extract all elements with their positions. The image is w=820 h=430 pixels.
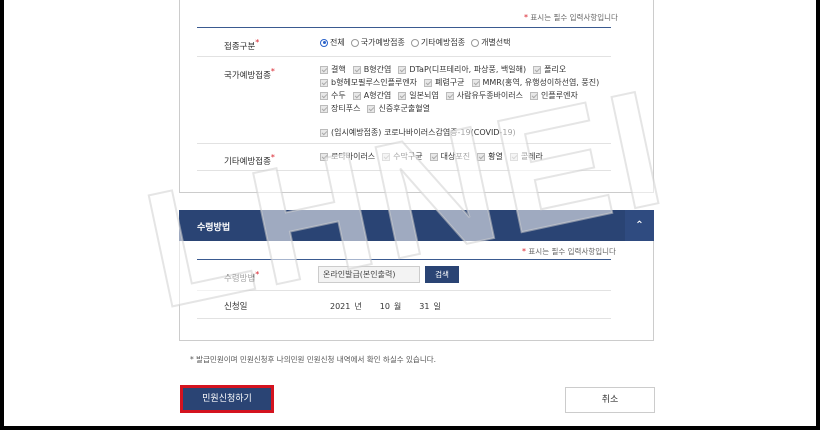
checkbox-icon[interactable]	[398, 65, 407, 74]
page: * 표시는 필수 입력사항입니다 접종구분* 전체 국가예방접종 기타예방접종 …	[4, 0, 816, 426]
other-vaccination-row: 로타바이러스 수막구균 대상포진 황열 콜레라	[320, 151, 543, 162]
date-day: 31	[419, 302, 430, 311]
national-row-3: 수두 A형간염 일본뇌염 사람유두종바이러스 인플루엔자	[320, 90, 578, 101]
radio-individual[interactable]: 개별선택	[471, 37, 511, 48]
national-row-2: b형헤모필루스인플루엔자 폐렴구균 MMR(홍역, 유행성이하선염, 풍진)	[320, 77, 599, 88]
section-bottom-border	[179, 340, 654, 341]
checkbox-hpv[interactable]: 사람유두종바이러스	[445, 90, 523, 101]
checkbox-icon[interactable]	[398, 91, 407, 100]
checkbox-dtap[interactable]: DTaP(디프테리아, 파상풍, 백일해)	[398, 64, 526, 75]
checkbox-icon[interactable]	[530, 91, 538, 100]
receive-method-label: 수령방법*	[224, 270, 260, 284]
form-top-line	[197, 27, 611, 28]
checkbox-influenza[interactable]: 인플루엔자	[530, 90, 578, 101]
divider	[197, 290, 611, 291]
apply-date-value: 2021 년 10 월 31 일	[330, 301, 441, 312]
panel-right-border	[653, 0, 654, 192]
checkbox-varicella[interactable]: 수두	[320, 90, 346, 101]
checkbox-icon[interactable]	[471, 78, 480, 87]
checkbox-icon[interactable]	[367, 104, 376, 113]
required-star: *	[524, 13, 528, 22]
divider	[197, 56, 611, 57]
submit-application-button[interactable]: 민원신청하기	[180, 385, 274, 413]
divider	[197, 318, 611, 319]
footer-note: * 발급민원이며 민원신청후 나의민원 민원신청 내역에서 확인 하실수 있습니…	[190, 355, 437, 364]
vaccination-type-label: 접종구분*	[224, 38, 260, 52]
checkbox-icon[interactable]	[320, 152, 328, 161]
checkbox-meningococcal[interactable]: 수막구균	[382, 151, 423, 162]
apply-date-label: 신청일	[224, 302, 248, 312]
checkbox-icon[interactable]	[320, 65, 328, 74]
cancel-button[interactable]: 취소	[565, 387, 655, 413]
checkbox-icon[interactable]	[424, 78, 433, 87]
checkbox-icon[interactable]	[477, 152, 486, 161]
checkbox-je[interactable]: 일본뇌염	[398, 90, 439, 101]
date-month: 10	[379, 302, 390, 311]
checkbox-bcg[interactable]: 결핵	[320, 64, 346, 75]
checkbox-rotavirus[interactable]: 로타바이러스	[320, 151, 375, 162]
checkbox-typhoid[interactable]: 장티푸스	[320, 103, 360, 114]
collapse-button[interactable]: ⌃	[625, 210, 654, 241]
checkbox-icon[interactable]	[509, 152, 518, 161]
search-button[interactable]: 검색	[425, 266, 459, 283]
checkbox-covid19[interactable]: (임시예방접종) 코로나바이러스감염증-19(COVID-19)	[320, 127, 516, 138]
divider	[197, 170, 611, 171]
required-note: * 표시는 필수 입력사항입니다	[522, 247, 616, 256]
checkbox-zoster[interactable]: 대상포진	[429, 151, 470, 162]
checkbox-icon[interactable]	[445, 91, 454, 100]
required-star: *	[522, 247, 526, 256]
radio-other[interactable]: 기타예방접종	[410, 37, 465, 48]
other-vaccination-label: 기타예방접종*	[224, 153, 275, 167]
radio-national[interactable]: 국가예방접종	[350, 37, 405, 48]
checkbox-cholera[interactable]: 콜레라	[509, 151, 543, 162]
national-row-4: 장티푸스 신증후군출혈열	[320, 103, 430, 114]
date-month-unit: 월	[393, 302, 402, 311]
required-note: * 표시는 필수 입력사항입니다	[524, 13, 618, 22]
section-top-line	[197, 259, 611, 260]
checkbox-mmr[interactable]: MMR(홍역, 유행성이하선염, 풍진)	[471, 77, 599, 88]
date-year-unit: 년	[354, 302, 362, 311]
receive-method-field[interactable]: 온라인발급(본인출력)	[318, 266, 420, 283]
checkbox-icon[interactable]	[429, 152, 438, 161]
section-left-border	[179, 241, 180, 340]
section-right-border	[653, 241, 654, 340]
national-covid-row: (임시예방접종) 코로나바이러스감염증-19(COVID-19)	[320, 127, 516, 138]
national-vaccination-label: 국가예방접종*	[224, 67, 275, 81]
checkbox-yellow-fever[interactable]: 황열	[477, 151, 503, 162]
checkbox-icon[interactable]	[320, 128, 328, 137]
vaccination-type-radio-group: 전체 국가예방접종 기타예방접종 개별선택	[320, 37, 511, 48]
checkbox-hfrs[interactable]: 신증후군출혈열	[367, 103, 430, 114]
receive-section-title: 수령방법	[197, 223, 231, 233]
checkbox-icon[interactable]	[320, 91, 328, 100]
panel-left-border	[179, 0, 180, 192]
chevron-up-icon[interactable]: ⌃	[635, 220, 643, 231]
checkbox-polio[interactable]: 폴리오	[533, 64, 566, 75]
radio-icon[interactable]	[471, 38, 480, 47]
date-day-unit: 일	[433, 302, 441, 311]
panel-bottom-border	[179, 192, 654, 193]
submit-button-label[interactable]: 민원신청하기	[183, 388, 271, 410]
receive-section-header[interactable]: 수령방법 ⌃	[179, 210, 654, 241]
checkbox-icon[interactable]	[352, 91, 361, 100]
checkbox-icon[interactable]	[382, 152, 391, 161]
radio-icon[interactable]	[410, 38, 419, 47]
checkbox-icon[interactable]	[533, 65, 542, 74]
radio-icon[interactable]	[350, 38, 359, 47]
radio-all[interactable]: 전체	[320, 37, 345, 48]
checkbox-pneumococcal[interactable]: 폐렴구균	[424, 77, 465, 88]
divider	[197, 143, 611, 144]
checkbox-hib[interactable]: b형헤모필루스인플루엔자	[320, 77, 417, 88]
checkbox-icon[interactable]	[352, 65, 361, 74]
checkbox-hepb[interactable]: B형간염	[352, 64, 391, 75]
date-year: 2021	[330, 302, 351, 311]
national-row-1: 결핵 B형간염 DTaP(디프테리아, 파상풍, 백일해) 폴리오	[320, 64, 566, 75]
checkbox-icon[interactable]	[320, 104, 328, 113]
radio-selected-icon[interactable]	[320, 38, 328, 47]
checkbox-icon[interactable]	[320, 78, 328, 87]
checkbox-hepa[interactable]: A형간염	[352, 90, 391, 101]
